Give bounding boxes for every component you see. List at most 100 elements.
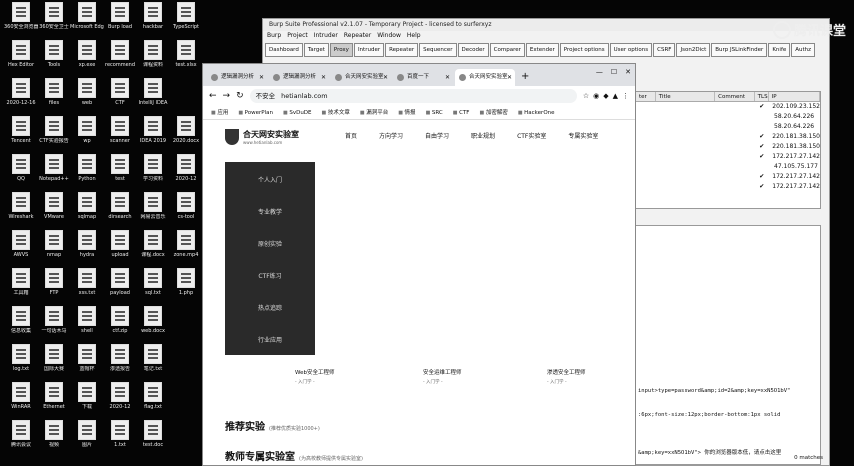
burp-tab[interactable]: Target: [303, 43, 329, 57]
burp-tab[interactable]: CSRF: [653, 43, 676, 57]
file-icon: [111, 116, 129, 136]
job-card[interactable]: Web安全工程师 - 入门学 -: [295, 368, 335, 385]
desktop-icon[interactable]: test.doc: [136, 420, 170, 464]
star-icon[interactable]: ☆: [583, 92, 589, 100]
extension-icon[interactable]: ◆: [603, 92, 608, 100]
burp-tab[interactable]: Comparer: [489, 43, 525, 57]
burp-menu-item[interactable]: Burp: [267, 31, 281, 41]
browser-tab[interactable]: 逻辑漏洞分析 ✕: [207, 69, 267, 86]
burp-site-table[interactable]: ter Title Comment TLS IP ✔ 202.109.23.152 58.2…: [635, 91, 821, 209]
bookmark-item[interactable]: HackerOne: [518, 106, 554, 119]
tab-close-icon[interactable]: ✕: [383, 69, 388, 86]
burp-tab[interactable]: Repeater: [385, 43, 419, 57]
burp-tab[interactable]: Json2Dict: [676, 43, 711, 57]
file-icon: [12, 154, 30, 174]
table-row[interactable]: ✔ 220.181.38.150: [636, 132, 820, 142]
desktop-icon[interactable]: test.xlsx: [169, 40, 203, 84]
file-icon: [111, 230, 129, 250]
burp-tab[interactable]: Authz: [791, 43, 816, 57]
burp-menu-item[interactable]: Help: [407, 31, 421, 41]
tab-close-icon[interactable]: ✕: [259, 69, 264, 86]
minimize-icon[interactable]: —: [596, 68, 603, 76]
column-header[interactable]: Comment: [715, 92, 755, 101]
burp-menu-item[interactable]: Window: [377, 31, 401, 41]
table-row[interactable]: 58.20.64.226: [636, 122, 820, 132]
category-menu-item[interactable]: 个人入门: [225, 168, 315, 194]
category-menu-item[interactable]: 原创实验: [225, 232, 315, 258]
nav-link[interactable]: 自由学习: [425, 131, 449, 140]
close-icon[interactable]: ✕: [625, 68, 631, 76]
table-row[interactable]: ✔ 172.217.27.142: [636, 172, 820, 182]
burp-tab[interactable]: Extender: [525, 43, 559, 57]
burp-tab[interactable]: Decoder: [457, 43, 489, 57]
column-header[interactable]: TLS: [755, 92, 769, 101]
reload-icon[interactable]: ↻: [236, 91, 244, 101]
table-row[interactable]: ✔ 220.181.38.150: [636, 142, 820, 152]
job-card[interactable]: 渗透安全工程师 - 入门学 -: [547, 368, 586, 385]
table-row[interactable]: 58.20.64.226: [636, 112, 820, 122]
nav-link[interactable]: 职业规划: [471, 131, 495, 140]
bookmark-item[interactable]: 技术文章: [322, 106, 350, 119]
extension-icon[interactable]: ▲: [613, 92, 618, 100]
nav-link[interactable]: 首页: [345, 131, 357, 140]
category-menu-item[interactable]: 热点追踪: [225, 296, 315, 322]
desktop-icon[interactable]: 图片: [70, 420, 104, 464]
browser-tab[interactable]: 合天网安实验室 ✕: [455, 69, 515, 86]
bookmark-item[interactable]: PowerPlan: [238, 106, 273, 119]
burp-response-text[interactable]: input>type=password&amp;id=2&amp;key=xxN…: [635, 225, 821, 465]
job-title: Web安全工程师: [295, 370, 335, 376]
browser-tab[interactable]: 逻辑漏洞分析 ✕: [269, 69, 329, 86]
site-brand[interactable]: 合天网安实验室 www.hetianlab.com: [225, 129, 299, 145]
maximize-icon[interactable]: ☐: [611, 68, 617, 76]
nav-link[interactable]: 专属实验室: [568, 131, 598, 140]
burp-tab[interactable]: Knife: [768, 43, 791, 57]
tab-close-icon[interactable]: ✕: [321, 69, 326, 86]
browser-tab[interactable]: 合天网安实验室 ✕: [331, 69, 391, 86]
burp-tab[interactable]: Intruder: [353, 43, 385, 57]
tab-close-icon[interactable]: ✕: [507, 69, 512, 86]
url-field[interactable]: 不安全 hetianlab.com: [249, 89, 577, 103]
chrome-window[interactable]: 逻辑漏洞分析 ✕ 逻辑漏洞分析 ✕ 合天网安实验室 ✕ 百度一下 ✕ 合天网安实验室 ✕ + — ☐…: [202, 63, 636, 466]
bookmark-item[interactable]: SvDuDE: [283, 106, 311, 119]
burp-menu-item[interactable]: Project: [287, 31, 308, 41]
burp-tab[interactable]: Burp JSLinkFinder: [711, 43, 768, 57]
burp-tab[interactable]: Proxy: [329, 43, 353, 57]
forward-icon[interactable]: →: [223, 91, 231, 101]
burp-tab[interactable]: Project options: [559, 43, 609, 57]
bookmark-item[interactable]: 漏洞平台: [360, 106, 388, 119]
column-header[interactable]: ter: [636, 92, 656, 101]
bookmark-item[interactable]: 应用: [211, 106, 228, 119]
table-row[interactable]: ✔ 172.217.27.142: [636, 182, 820, 192]
menu-dots-icon[interactable]: ⋮: [622, 92, 629, 100]
tab-close-icon[interactable]: ✕: [445, 69, 450, 86]
burp-tab[interactable]: User options: [609, 43, 653, 57]
new-tab-button[interactable]: +: [517, 68, 529, 86]
category-menu-item[interactable]: CTF练习: [225, 264, 315, 290]
ip-cell: 172.217.27.142: [772, 153, 820, 160]
bookmark-item[interactable]: CTF: [453, 106, 469, 119]
bookmark-item[interactable]: 加密解密: [479, 106, 508, 119]
table-row[interactable]: ✔ 202.109.23.152: [636, 102, 820, 112]
table-row[interactable]: ✔ 172.217.27.142: [636, 152, 820, 162]
desktop-icon[interactable]: 视频: [37, 420, 71, 464]
column-header[interactable]: Title: [656, 92, 716, 101]
burp-tab[interactable]: Dashboard: [265, 43, 303, 57]
nav-link[interactable]: CTF实验室: [517, 131, 546, 140]
desktop-icon[interactable]: 1.php: [169, 268, 203, 312]
job-card[interactable]: 安全运维工程师 - 入门学 -: [423, 368, 462, 385]
extension-icon[interactable]: ◉: [593, 92, 599, 100]
category-menu-item[interactable]: 行业应用: [225, 328, 315, 354]
browser-tab[interactable]: 百度一下 ✕: [393, 69, 453, 86]
burp-tab[interactable]: Sequencer: [419, 43, 457, 57]
burp-menu-item[interactable]: Repeater: [344, 31, 371, 41]
nav-link[interactable]: 方向学习: [379, 131, 403, 140]
column-header[interactable]: IP: [769, 92, 820, 101]
bookmark-item[interactable]: SRC: [426, 106, 443, 119]
burp-menu-item[interactable]: Intruder: [314, 31, 338, 41]
desktop-icon[interactable]: 腾讯会议: [4, 420, 38, 464]
back-icon[interactable]: ←: [209, 91, 217, 101]
table-row[interactable]: 47.105.75.177: [636, 162, 820, 172]
bookmark-item[interactable]: 情报: [398, 106, 416, 119]
category-menu-item[interactable]: 专业教学: [225, 200, 315, 226]
desktop-icon[interactable]: 1.txt: [103, 420, 137, 464]
